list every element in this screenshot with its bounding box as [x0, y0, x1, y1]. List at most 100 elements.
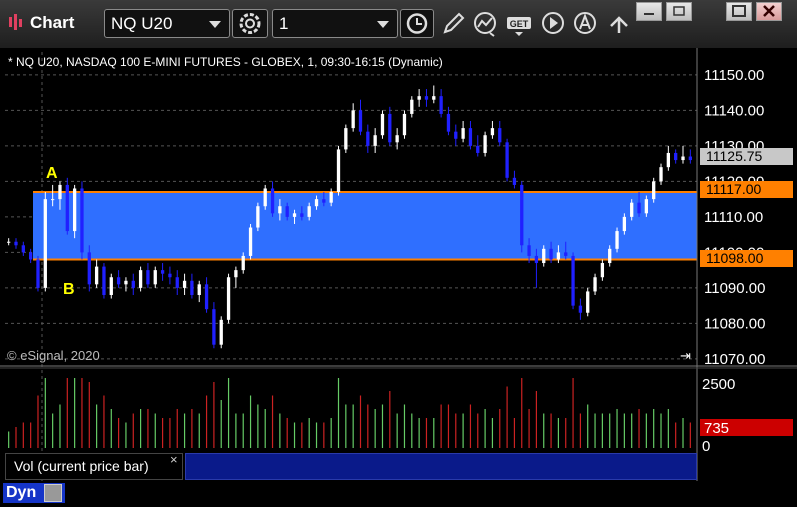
candle-body [43, 199, 47, 288]
candle-body [263, 188, 267, 207]
candle-body [578, 305, 583, 313]
candle-body [36, 259, 40, 288]
candle-body [29, 252, 33, 260]
candle-body [454, 131, 458, 139]
window-title: Chart [30, 13, 75, 32]
symbol-select[interactable]: NQ U20 [104, 9, 230, 38]
play-icon[interactable] [540, 9, 566, 38]
candle-body [564, 252, 568, 256]
candle-body [637, 202, 641, 214]
candle-body [219, 319, 223, 345]
candle-body [446, 113, 451, 132]
candle-body [146, 270, 150, 285]
candle-body [600, 263, 605, 278]
restore-up-button[interactable] [666, 2, 692, 21]
candle-body [300, 213, 304, 217]
close-button[interactable] [756, 2, 782, 21]
pencil-draw-icon[interactable] [440, 9, 466, 38]
get-icon[interactable]: GET [506, 9, 532, 38]
lock-icon[interactable] [44, 484, 62, 502]
chart-subtitle: * NQ U20, NASDAQ 100 E-MINI FUTURES - GL… [8, 55, 443, 69]
candle-body [226, 277, 231, 320]
close-icon [763, 5, 775, 17]
candle-body [197, 284, 201, 295]
candle-body [666, 152, 670, 168]
price-chart[interactable]: * NQ U20, NASDAQ 100 E-MINI FUTURES - GL… [0, 48, 797, 507]
study-bar [185, 453, 697, 480]
candle-body [65, 184, 69, 232]
candle-body [50, 199, 55, 201]
candle-body [380, 113, 385, 136]
candle-body [109, 277, 113, 295]
candle-body [336, 149, 341, 193]
candle-body [87, 252, 91, 285]
upper-zone-label: 11117.00 [706, 181, 761, 197]
candle-body [175, 277, 179, 288]
current-volume-label: 735 [704, 420, 729, 437]
candle-body [366, 131, 370, 146]
candle-body [402, 113, 407, 136]
restore-down-button[interactable] [636, 2, 662, 21]
candle-body [314, 199, 319, 207]
candle-body [556, 252, 561, 260]
chevron-down-icon [209, 21, 221, 28]
current-price-label: 11125.75 [706, 148, 763, 164]
candle-body [307, 206, 311, 217]
price-tick-label: 11090.00 [704, 280, 765, 297]
candle-body [593, 277, 597, 292]
settings-button[interactable] [232, 9, 268, 38]
label-b: B [63, 281, 75, 298]
candle-body [131, 280, 135, 288]
candle-body [527, 245, 531, 256]
candle-body [424, 96, 429, 100]
candle-body [512, 177, 517, 185]
candle-body [483, 135, 487, 153]
candle-body [241, 255, 245, 271]
candle-body [615, 231, 619, 249]
candle-body [351, 110, 355, 129]
candle-body [285, 206, 289, 217]
candle-body [659, 167, 663, 182]
candle-body [476, 145, 480, 153]
restore-icon [673, 6, 685, 16]
close-icon[interactable]: × [170, 452, 178, 467]
study-wave-icon[interactable] [472, 9, 498, 38]
candle-body [138, 270, 143, 288]
candle-body [586, 291, 590, 313]
price-tick-label: 11150.00 [704, 67, 764, 84]
price-tick-label: 11110.00 [704, 209, 763, 226]
label-a: A [46, 165, 58, 182]
alert-a-icon[interactable] [572, 9, 598, 38]
candle-body [534, 255, 539, 264]
scroll-to-end-icon[interactable]: ⇥ [680, 348, 691, 363]
restore-down-icon [644, 13, 654, 15]
candle-body [410, 99, 414, 114]
candle-body [388, 113, 392, 143]
candle-body [7, 241, 11, 243]
candle-body [248, 227, 253, 256]
candle-body [190, 280, 194, 295]
volume-tick-high: 2500 [702, 376, 735, 393]
candle-body [461, 128, 465, 139]
title-bar: Chart NQ U20 1 GET [0, 0, 797, 49]
bottom-bar [0, 481, 797, 507]
maximize-button[interactable] [726, 2, 752, 21]
candle-body [256, 206, 260, 228]
chevron-down-icon [377, 21, 389, 28]
price-axis: 11150.0011140.0011130.0011120.0011110.00… [704, 67, 765, 368]
arrows-icon[interactable] [606, 9, 632, 38]
candle-body [58, 184, 62, 200]
interval-select[interactable]: 1 [272, 9, 398, 38]
candle-body [182, 280, 187, 288]
candle-body [234, 270, 238, 278]
lower-zone-label: 11098.00 [706, 250, 764, 266]
candle-body [652, 181, 656, 200]
study-label[interactable]: Vol (current price bar) [5, 453, 183, 480]
candle-body [373, 135, 377, 146]
watermark: © eSignal, 2020 [7, 348, 100, 363]
candle-body [644, 199, 649, 214]
candle-body [622, 216, 627, 232]
candle-body [490, 128, 495, 136]
clock-button[interactable] [400, 9, 434, 38]
candle-body [417, 96, 421, 100]
